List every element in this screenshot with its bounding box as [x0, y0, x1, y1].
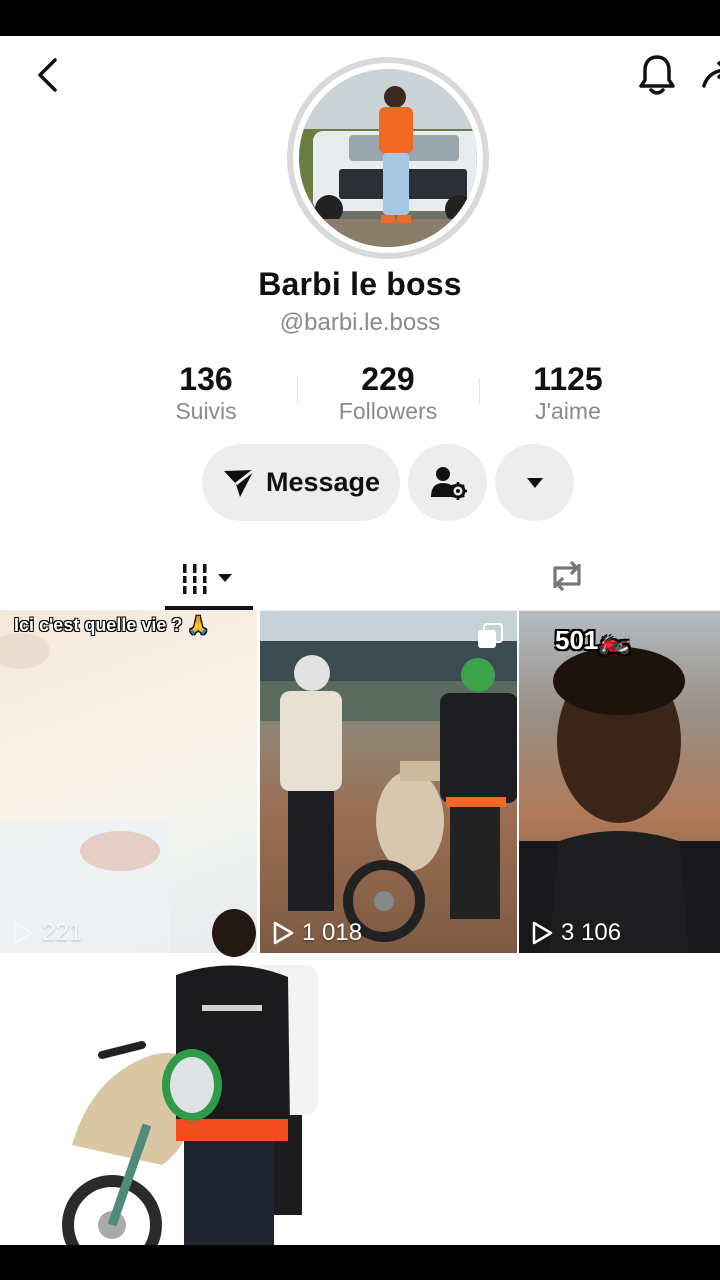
profile-screen: Barbi le boss @barbi.le.boss 136 Suivis …: [0, 0, 720, 1280]
display-name: Barbi le boss: [258, 266, 462, 302]
status-bar: [0, 0, 720, 36]
video-2-image: [260, 641, 517, 942]
multi-photo-icon: [477, 623, 503, 654]
message-button[interactable]: Message: [202, 444, 400, 521]
send-icon: [223, 468, 255, 497]
stat-likes[interactable]: 1125 J'aime: [478, 360, 658, 424]
view-count: 3 106: [531, 919, 621, 947]
video-thumbnail-2[interactable]: 1 018: [260, 611, 517, 953]
navigation-bar: [0, 1245, 720, 1280]
video-overlay-text: 501🏍️: [555, 625, 631, 655]
video-thumbnail-1[interactable]: Ici c'est quelle vie ? 🙏 221: [0, 611, 257, 953]
back-arrow-icon: [38, 58, 57, 92]
repost-icon: [553, 560, 581, 592]
stat-following-value: 136: [179, 361, 233, 397]
stat-followers-label: Followers: [338, 398, 438, 424]
username: @barbi.le.boss: [279, 309, 441, 336]
share-icon: [702, 60, 720, 88]
view-count-value: 3 106: [561, 919, 622, 946]
user-settings-icon: [430, 466, 467, 500]
play-icon: [13, 921, 34, 945]
play-icon: [532, 921, 553, 945]
notifications-button[interactable]: [634, 50, 680, 100]
avatar[interactable]: [287, 57, 489, 259]
share-button[interactable]: [700, 52, 720, 98]
message-button-label: Message: [265, 467, 381, 497]
stat-followers-value: 229: [361, 361, 415, 397]
stat-likes-label: J'aime: [535, 398, 601, 424]
caret-down-icon: [526, 477, 543, 488]
video-1-image: [0, 633, 170, 953]
grid-icon: [180, 564, 232, 594]
bell-icon: [639, 55, 675, 95]
stat-followers[interactable]: 229 Followers: [298, 360, 478, 424]
person-motorbike-sticker: [62, 909, 318, 1280]
video-thumbnail-3[interactable]: 501🏍️ 3 106: [519, 611, 720, 953]
video-caption: Ici c'est quelle vie ? 🙏: [14, 615, 210, 635]
stat-likes-value: 1125: [533, 361, 603, 397]
tab-reposts[interactable]: [530, 548, 604, 604]
friend-settings-button[interactable]: [408, 444, 487, 521]
more-options-button[interactable]: [495, 444, 574, 521]
tab-videos[interactable]: [165, 548, 253, 610]
stat-following[interactable]: 136 Suivis: [116, 360, 296, 424]
back-button[interactable]: [28, 52, 68, 98]
avatar-photo: [299, 69, 477, 247]
video-3-image: [519, 647, 720, 953]
stat-following-label: Suivis: [175, 398, 237, 424]
